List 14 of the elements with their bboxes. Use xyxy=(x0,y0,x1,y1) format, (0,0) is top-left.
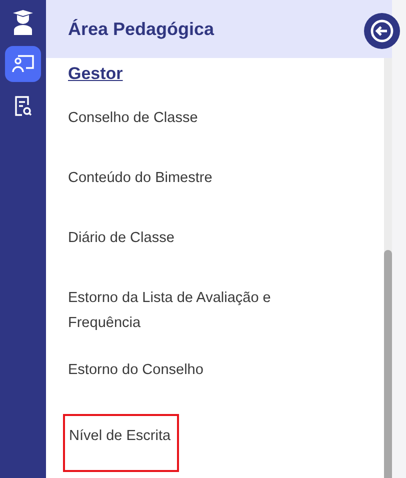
panel-title: Área Pedagógica xyxy=(68,18,214,40)
graduate-icon xyxy=(11,9,35,35)
document-search-icon xyxy=(13,95,33,117)
menu-item[interactable]: Estorno da Lista de Avaliação e Frequência xyxy=(68,286,328,336)
scrollbar-thumb[interactable] xyxy=(384,250,392,478)
rail-button[interactable] xyxy=(5,46,41,82)
menu-item[interactable]: Diário de Classe xyxy=(68,226,174,264)
scrollbar[interactable] xyxy=(384,58,392,478)
section-link[interactable]: Gestor xyxy=(68,64,123,84)
menu-item[interactable]: Conselho de Classe xyxy=(68,106,198,144)
menu-item[interactable]: Estorno do Conselho xyxy=(68,358,204,396)
menu-item[interactable]: Conteúdo do Bimestre xyxy=(68,166,212,204)
teacher-board-icon xyxy=(12,54,34,74)
menu-item[interactable]: Nível de Escrita xyxy=(63,414,179,472)
